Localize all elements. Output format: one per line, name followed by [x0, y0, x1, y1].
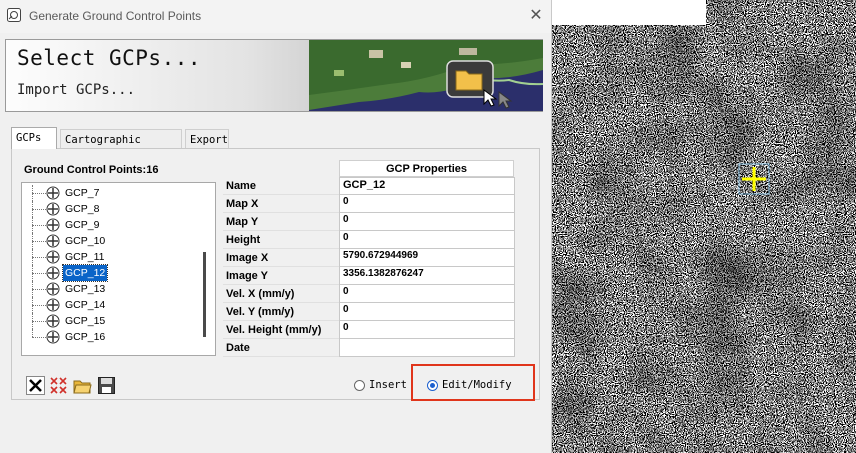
- save-icon: [98, 377, 115, 394]
- gcp-point-icon: [46, 314, 60, 328]
- vel-y-field[interactable]: 0: [339, 303, 515, 321]
- list-item-label: GCP_9: [65, 219, 100, 231]
- open-gcps-button[interactable]: [73, 376, 92, 395]
- property-row-name: Name GCP_12: [223, 177, 515, 195]
- gcp-point-icon: [46, 250, 60, 264]
- list-item-label: GCP_14: [65, 299, 106, 311]
- wizard-banner: Select GCPs... Import GCPs...: [5, 39, 543, 112]
- image-top-margin: [551, 0, 706, 25]
- sar-image-view[interactable]: [551, 0, 856, 453]
- property-row-map-y: Map Y 0: [223, 213, 515, 231]
- property-label: Date: [223, 339, 339, 357]
- property-row-image-y: Image Y 3356.1382876247: [223, 267, 515, 285]
- vel-x-field[interactable]: 0: [339, 285, 515, 303]
- list-item-label: GCP_12: [61, 264, 109, 282]
- delete-gcp-button[interactable]: [26, 376, 45, 395]
- property-row-date: Date: [223, 339, 515, 357]
- delete-all-gcps-button[interactable]: [49, 376, 68, 395]
- property-label: Image Y: [223, 267, 339, 285]
- banner-title: Select GCPs...: [17, 46, 202, 70]
- gcp-point-icon: [46, 298, 60, 312]
- property-label: Height: [223, 231, 339, 249]
- tree-scrollbar[interactable]: [203, 252, 206, 337]
- gcp-point-icon: [46, 330, 60, 344]
- banner-map-image: [309, 40, 543, 111]
- image-x-field[interactable]: 5790.672944969: [339, 249, 515, 267]
- list-item-label: GCP_16: [65, 331, 106, 343]
- list-item-label: GCP_15: [65, 315, 106, 327]
- annotation-highlight-box: [411, 364, 535, 401]
- property-row-vel-y: Vel. Y (mm/y) 0: [223, 303, 515, 321]
- property-row-image-x: Image X 5790.672944969: [223, 249, 515, 267]
- vel-height-field[interactable]: 0: [339, 321, 515, 339]
- property-label: Map Y: [223, 213, 339, 231]
- close-icon: ✕: [529, 7, 543, 24]
- property-label: Map X: [223, 195, 339, 213]
- property-row-map-x: Map X 0: [223, 195, 515, 213]
- list-item-label: GCP_13: [65, 283, 106, 295]
- gcp-point-icon: [46, 282, 60, 296]
- property-label: Name: [223, 177, 339, 195]
- list-item-label: GCP_10: [65, 235, 106, 247]
- property-row-height: Height 0: [223, 231, 515, 249]
- list-item-label: GCP_11: [65, 251, 105, 263]
- date-field[interactable]: [339, 339, 515, 357]
- app-icon: [7, 8, 21, 22]
- tab-cartographic-system[interactable]: Cartographic System: [60, 129, 182, 166]
- list-item-label: GCP_7: [65, 187, 100, 199]
- map-y-field[interactable]: 0: [339, 213, 515, 231]
- properties-header: GCP Properties: [339, 160, 514, 177]
- radio-circle: [354, 380, 365, 391]
- banner-subtitle: Import GCPs...: [17, 82, 136, 98]
- gcp-count-label: Ground Control Points:16: [24, 164, 159, 176]
- name-field[interactable]: GCP_12: [339, 177, 515, 195]
- map-x-field[interactable]: 0: [339, 195, 515, 213]
- tab-gcps[interactable]: GCPs: [11, 127, 57, 149]
- close-button[interactable]: ✕: [522, 4, 550, 28]
- gcp-point-icon: [46, 202, 60, 216]
- property-label: Vel. Y (mm/y): [223, 303, 339, 321]
- property-label: Image X: [223, 249, 339, 267]
- generate-gcp-dialog: Generate Ground Control Points ✕ Select …: [0, 0, 552, 453]
- property-row-vel-x: Vel. X (mm/y) 0: [223, 285, 515, 303]
- folder-open-icon: [73, 380, 92, 394]
- title-bar[interactable]: Generate Ground Control Points ✕: [0, 0, 551, 33]
- height-field[interactable]: 0: [339, 231, 515, 249]
- gcp-point-icon: [46, 234, 60, 248]
- image-y-field[interactable]: 3356.1382876247: [339, 267, 515, 285]
- gcp-point-icon: [46, 218, 60, 232]
- gcp-point-icon: [46, 266, 60, 280]
- list-item-label: GCP_8: [65, 203, 100, 215]
- property-row-vel-height: Vel. Height (mm/y) 0: [223, 321, 515, 339]
- delete-all-icon: [50, 377, 67, 394]
- gcp-point-icon: [46, 186, 60, 200]
- tab-export[interactable]: Export: [185, 129, 229, 149]
- insert-mode-label: Insert: [369, 379, 407, 391]
- property-label: Vel. X (mm/y): [223, 285, 339, 303]
- delete-icon: [29, 379, 42, 392]
- window-title: Generate Ground Control Points: [29, 9, 202, 23]
- save-gcps-button[interactable]: [97, 376, 116, 395]
- gcp-tree-list[interactable]: GCP_7 GCP_8 GCP_9 GCP_10 GCP_11 GCP_12 G…: [21, 182, 216, 356]
- property-label: Vel. Height (mm/y): [223, 321, 339, 339]
